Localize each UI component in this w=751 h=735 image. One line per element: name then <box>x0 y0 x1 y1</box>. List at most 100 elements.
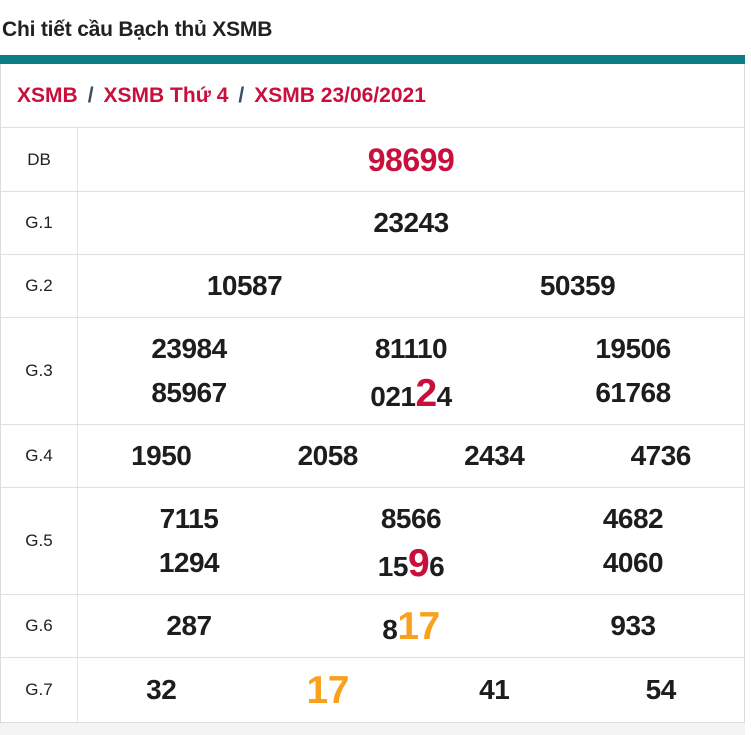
digit-text: 4736 <box>630 440 692 471</box>
prize-line: 1294 1596 4060 <box>78 541 744 585</box>
digit-text: 23984 <box>151 333 227 364</box>
digit-text: 32 <box>146 674 177 705</box>
breadcrumb-link-xsmb-date[interactable]: XSMB 23/06/2021 <box>254 84 426 108</box>
prize-row-g3: G.3 23984 81110 19506 85967 02124 61768 <box>1 318 744 425</box>
prize-number: 4682 <box>522 505 744 533</box>
digit-text: 2058 <box>297 440 359 471</box>
prize-number: 54 <box>578 676 745 704</box>
prize-number: 50359 <box>411 272 744 300</box>
prize-number: 8566 <box>300 505 522 533</box>
digit-text: 8 <box>382 613 398 645</box>
highlighted-digit: 9 <box>407 541 430 585</box>
prize-line: 23984 81110 19506 <box>78 327 744 371</box>
prize-number: 287 <box>78 612 300 640</box>
digit-text: 41 <box>479 674 510 705</box>
prize-values: 287 817 933 <box>78 595 744 657</box>
next-section-strip <box>0 722 745 735</box>
breadcrumb-separator: / <box>87 83 94 107</box>
breadcrumb-link-xsmb[interactable]: XSMB <box>17 84 78 108</box>
prize-line: 7115 8566 4682 <box>78 497 744 541</box>
page-title: Chi tiết cầu Bạch thủ XSMB <box>2 18 273 41</box>
highlighted-digit: 17 <box>397 604 440 648</box>
prize-number: 41 <box>411 676 578 704</box>
prize-label: G.1 <box>1 192 78 254</box>
prize-number: 23984 <box>78 335 300 363</box>
digit-text: 287 <box>166 610 212 641</box>
prize-number: 817 <box>300 607 522 646</box>
prize-number: 17 <box>245 671 412 710</box>
prize-number: 61768 <box>522 379 744 407</box>
breadcrumb-link-xsmb-weekday[interactable]: XSMB Thứ 4 <box>104 84 229 108</box>
prize-number: 19506 <box>522 335 744 363</box>
prize-label: G.5 <box>1 488 78 594</box>
digit-text: 81110 <box>374 333 448 364</box>
prize-row-db: DB 98699 <box>1 128 744 192</box>
prize-number: 10587 <box>78 272 411 300</box>
digit-text: 8566 <box>380 503 442 534</box>
digit-text: 4060 <box>602 547 664 578</box>
prize-values: 10587 50359 <box>78 255 744 317</box>
prize-row-g7: G.7 32 17 41 54 <box>1 658 744 722</box>
digit-text: 7115 <box>159 503 219 534</box>
prize-label: DB <box>1 128 78 191</box>
prize-number: 98699 <box>78 144 744 176</box>
prize-number: 32 <box>78 676 245 704</box>
highlighted-digit: 98699 <box>367 141 455 178</box>
prize-values: 1950 2058 2434 4736 <box>78 425 744 487</box>
prize-line: 85967 02124 61768 <box>78 371 744 415</box>
digit-text: 4682 <box>602 503 664 534</box>
prize-number: 23243 <box>78 209 744 237</box>
prize-values: 7115 8566 4682 1294 1596 4060 <box>78 488 744 594</box>
prize-row-g1: G.1 23243 <box>1 192 744 255</box>
highlighted-digit: 17 <box>306 668 350 712</box>
prize-number: 1294 <box>78 549 300 577</box>
prize-row-g2: G.2 10587 50359 <box>1 255 744 318</box>
prize-label: G.2 <box>1 255 78 317</box>
digit-text: 933 <box>610 610 656 641</box>
prize-values: 32 17 41 54 <box>78 658 744 722</box>
prize-label: G.6 <box>1 595 78 657</box>
prize-line: 98699 <box>78 128 744 191</box>
digit-text: 50359 <box>539 270 616 301</box>
prize-number: 1596 <box>300 544 522 583</box>
digit-text: 2434 <box>464 440 525 471</box>
prize-line: 10587 50359 <box>78 255 744 317</box>
prize-values: 23984 81110 19506 85967 02124 61768 <box>78 318 744 424</box>
digit-text: 85967 <box>151 377 227 408</box>
prize-line: 32 17 41 54 <box>78 658 744 722</box>
results-table: DB 98699 G.1 23243 G.2 10587 50359 G.3 23984 8111… <box>1 128 744 722</box>
breadcrumb: XSMB / XSMB Thứ 4 / XSMB 23/06/2021 <box>1 64 744 128</box>
prize-row-g5: G.5 7115 8566 4682 1294 1596 4060 <box>1 488 744 595</box>
prize-label: G.4 <box>1 425 78 487</box>
prize-number: 1950 <box>78 442 245 470</box>
prize-label: G.7 <box>1 658 78 722</box>
digit-text: 15 <box>377 550 409 582</box>
results-panel: XSMB / XSMB Thứ 4 / XSMB 23/06/2021 DB 98… <box>0 64 745 722</box>
prize-label: G.3 <box>1 318 78 424</box>
digit-text: 23243 <box>373 207 449 238</box>
prize-number: 933 <box>522 612 744 640</box>
prize-values: 98699 <box>78 128 744 191</box>
prize-number: 2058 <box>245 442 412 470</box>
page: Chi tiết cầu Bạch thủ XSMB XSMB / XSMB T… <box>0 0 751 735</box>
digit-text: 10587 <box>206 270 283 301</box>
digit-text: 19506 <box>595 333 671 364</box>
digit-text: 1950 <box>131 440 192 471</box>
digit-text: 61768 <box>595 377 671 408</box>
prize-number: 4736 <box>578 442 745 470</box>
prize-row-g4: G.4 1950 2058 2434 4736 <box>1 425 744 488</box>
prize-number: 4060 <box>522 549 744 577</box>
prize-number: 2434 <box>411 442 578 470</box>
prize-number: 7115 <box>78 505 300 533</box>
digit-text: 4 <box>436 380 453 412</box>
prize-line: 287 817 933 <box>78 595 744 657</box>
prize-number: 81110 <box>300 335 522 363</box>
prize-line: 1950 2058 2434 4736 <box>78 425 744 487</box>
digit-text: 1294 <box>158 547 220 578</box>
digit-text: 6 <box>429 550 445 582</box>
breadcrumb-separator: / <box>238 83 245 107</box>
prize-number: 02124 <box>300 374 522 413</box>
highlighted-digit: 2 <box>415 371 437 415</box>
prize-row-g6: G.6 287 817 933 <box>1 595 744 658</box>
prize-line: 23243 <box>78 192 744 254</box>
